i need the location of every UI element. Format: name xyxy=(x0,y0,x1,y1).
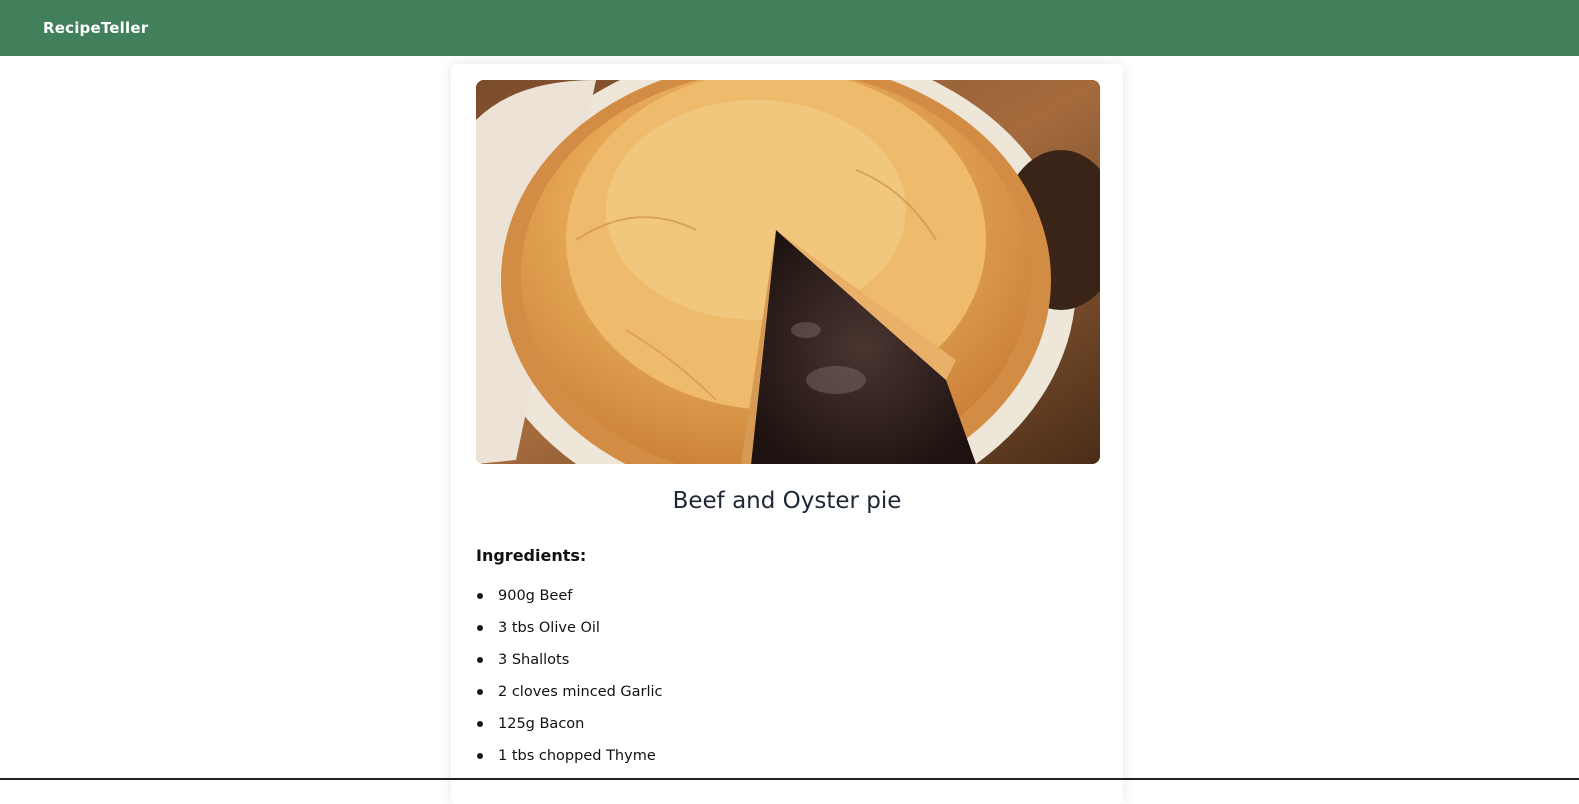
ingredient-text: 900g Beef xyxy=(498,588,573,604)
bullet-icon xyxy=(477,657,483,663)
ingredient-text: 3 Shallots xyxy=(498,652,570,668)
ingredient-item: 1 tbs chopped Thyme xyxy=(476,744,663,776)
bullet-icon xyxy=(477,721,483,727)
top-navbar: RecipeTeller xyxy=(0,0,1579,56)
recipe-photo xyxy=(476,80,1100,464)
ingredient-item: 2 cloves minced Garlic xyxy=(476,680,663,712)
ingredient-item: 3 Shallots xyxy=(476,648,663,680)
bullet-icon xyxy=(477,625,483,631)
ingredient-item: 900g Beef xyxy=(476,584,663,616)
ingredients-list: 900g Beef 3 tbs Olive Oil 3 Shallots 2 c… xyxy=(476,584,663,776)
recipe-card: Beef and Oyster pie Ingredients: 900g Be… xyxy=(451,64,1123,804)
ingredient-text: 1 tbs chopped Thyme xyxy=(498,748,656,764)
brand-logo[interactable]: RecipeTeller xyxy=(43,19,148,37)
ingredient-item: 3 tbs Olive Oil xyxy=(476,616,663,648)
ingredients-heading: Ingredients: xyxy=(476,546,587,565)
bullet-icon xyxy=(477,753,483,759)
ingredient-text: 3 tbs Olive Oil xyxy=(498,620,600,636)
recipe-title: Beef and Oyster pie xyxy=(672,488,902,514)
bullet-icon xyxy=(477,689,483,695)
bullet-icon xyxy=(477,593,483,599)
ingredient-text: 125g Bacon xyxy=(498,716,585,732)
ingredient-item: 125g Bacon xyxy=(476,712,663,744)
ingredient-text: 2 cloves minced Garlic xyxy=(498,684,663,700)
